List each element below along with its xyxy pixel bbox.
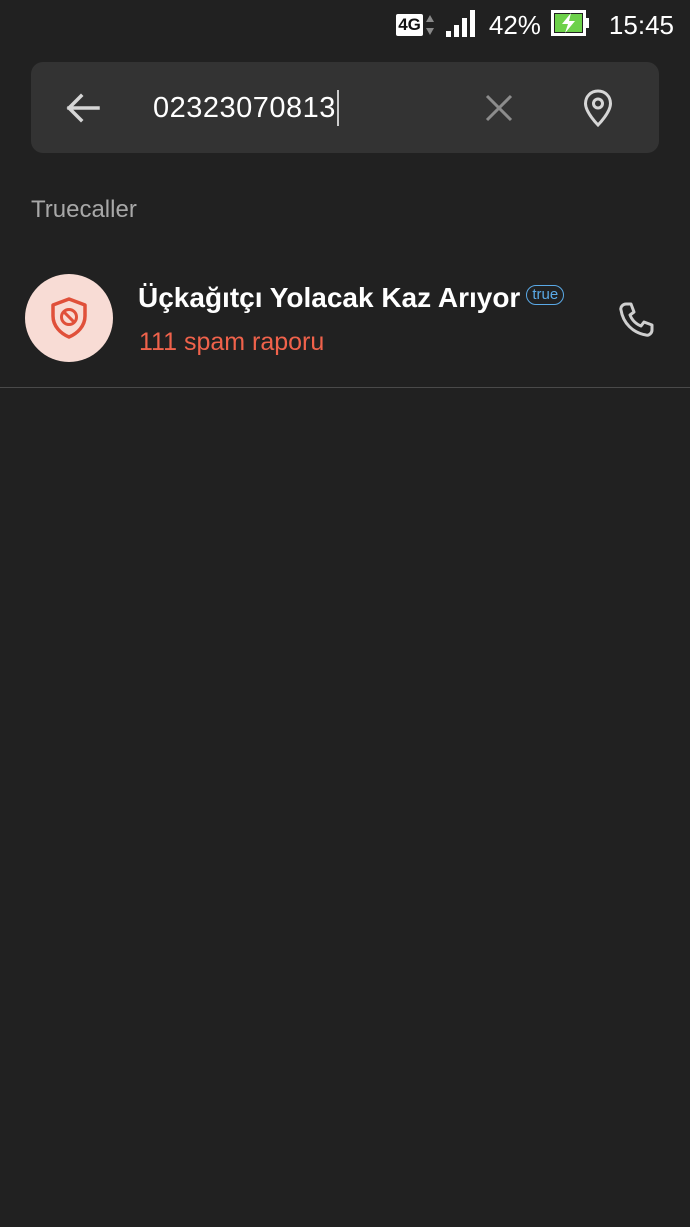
battery-percent: 42% — [488, 9, 541, 40]
clear-search-button[interactable] — [479, 88, 519, 128]
network-indicator: 4G — [396, 13, 435, 37]
location-button[interactable] — [578, 86, 618, 130]
status-bar: 4G 42% 15:45 — [0, 0, 690, 50]
screen: 4G 42% 15:45 02323070813 Truecaller Üçka… — [0, 0, 690, 1227]
text-caret — [336, 90, 339, 126]
close-icon — [485, 94, 513, 122]
data-activity-icon — [425, 13, 435, 37]
search-result-row[interactable]: Üçkağıtçı Yolacak Kaz Arıyor true 111 sp… — [0, 256, 690, 388]
arrow-left-icon — [66, 93, 100, 123]
network-type-label: 4G — [396, 14, 423, 36]
search-input[interactable]: 02323070813 — [153, 86, 339, 130]
result-title-line: Üçkağıtçı Yolacak Kaz Arıyor true — [138, 282, 565, 314]
section-header: Truecaller — [31, 196, 137, 223]
back-button[interactable] — [63, 88, 103, 128]
location-pin-icon — [583, 89, 613, 127]
signal-strength-icon — [445, 9, 479, 42]
caller-name: Üçkağıtçı Yolacak Kaz Arıyor — [138, 282, 521, 313]
search-bar: 02323070813 — [31, 62, 659, 153]
call-button[interactable] — [614, 298, 658, 342]
spam-report-count: 111 spam raporu — [139, 328, 325, 356]
spam-avatar — [25, 274, 113, 362]
battery-charging-icon — [550, 9, 591, 41]
status-clock: 15:45 — [608, 9, 674, 40]
true-badge: true — [526, 285, 565, 305]
search-query-text: 02323070813 — [153, 91, 336, 124]
shield-block-icon — [51, 297, 87, 339]
phone-icon — [619, 302, 654, 337]
result-divider — [0, 387, 690, 388]
